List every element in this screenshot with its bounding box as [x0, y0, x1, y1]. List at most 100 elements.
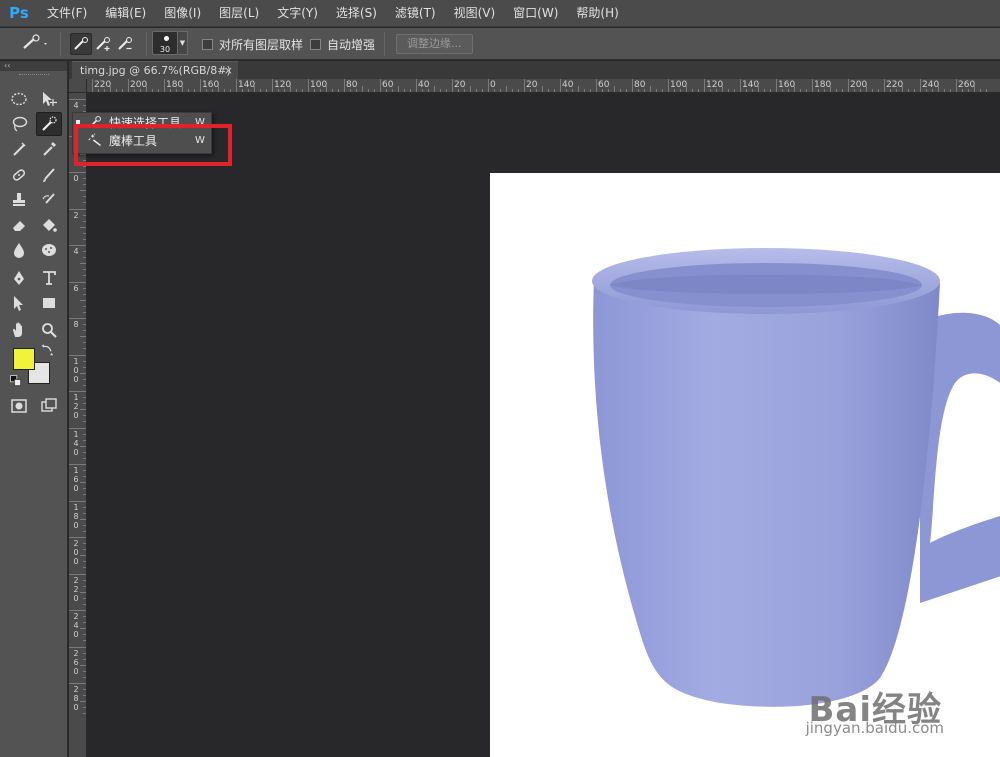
- paint-bucket-tool[interactable]: [36, 213, 62, 237]
- ruler-label: 100: [73, 356, 79, 384]
- ruler-minor-tick: [914, 89, 915, 92]
- menu-filter[interactable]: 滤镜(T): [386, 0, 445, 27]
- dodge-tool[interactable]: [36, 238, 62, 262]
- marquee-tool[interactable]: [6, 87, 32, 111]
- ruler-minor-tick: [620, 89, 621, 92]
- ruler-minor-tick: [83, 494, 86, 496]
- eyedropper-tool[interactable]: [36, 137, 62, 161]
- ruler-minor-tick: [548, 89, 549, 92]
- ruler-minor-tick: [224, 89, 225, 92]
- rectangle-tool[interactable]: [36, 291, 62, 315]
- menu-view[interactable]: 视图(V): [445, 0, 505, 27]
- document-tab-title: timg.jpg @ 66.7%(RGB/8#): [80, 64, 231, 77]
- swap-arrows-icon: [41, 344, 54, 356]
- ruler-minor-tick: [83, 470, 86, 472]
- sample-all-layers-option[interactable]: 对所有图层取样: [202, 33, 303, 55]
- document-canvas[interactable]: Bai经验 jingyan.baidu.com: [490, 173, 1000, 757]
- screen-mode-button[interactable]: [36, 394, 62, 418]
- crop-icon: [13, 142, 26, 156]
- swap-colors-button[interactable]: [40, 342, 54, 356]
- menu-layer[interactable]: 图层(L): [210, 0, 268, 27]
- ruler-label: 20: [526, 80, 538, 90]
- ruler-label: 40: [418, 80, 430, 90]
- ruler-minor-tick: [83, 506, 86, 508]
- ruler-minor-tick: [980, 89, 981, 92]
- active-tool-bullet: [76, 120, 80, 124]
- ruler-minor-tick: [83, 330, 86, 332]
- crop-tool[interactable]: [6, 137, 32, 161]
- ruler-minor-tick: [500, 89, 501, 92]
- path-selection-tool[interactable]: [6, 291, 32, 315]
- ruler-label: 180: [73, 502, 79, 530]
- hand-icon: [13, 322, 22, 337]
- ruler-minor-tick: [590, 89, 591, 92]
- move-tool[interactable]: [36, 87, 62, 111]
- quick-mask-button[interactable]: [6, 394, 32, 418]
- arrow-pointer-icon: [14, 296, 23, 311]
- new-selection-mode-button[interactable]: [70, 33, 92, 55]
- auto-enhance-option[interactable]: 自动增强: [310, 33, 375, 55]
- hand-tool[interactable]: [6, 318, 32, 342]
- foreground-color-swatch[interactable]: [13, 348, 35, 370]
- auto-enhance-checkbox[interactable]: [310, 38, 321, 50]
- brush-tool[interactable]: [36, 163, 62, 187]
- ruler-minor-tick: [692, 89, 693, 92]
- magnifier-icon: [42, 323, 57, 338]
- type-tool[interactable]: [36, 266, 62, 290]
- blur-tool[interactable]: [6, 238, 32, 262]
- ruler-minor-tick: [578, 86, 579, 92]
- ruler-minor-tick: [368, 89, 369, 92]
- ruler-tick: [69, 537, 86, 538]
- ruler-minor-tick: [482, 89, 483, 92]
- pen-tool[interactable]: [6, 266, 32, 290]
- clone-stamp-tool[interactable]: [6, 188, 32, 212]
- brush-dropdown-arrow[interactable]: ▼: [178, 31, 188, 55]
- brush-picker[interactable]: 30 ▼: [152, 31, 188, 55]
- menu-image[interactable]: 图像(I): [155, 0, 210, 27]
- ruler-minor-tick: [83, 378, 86, 380]
- brush-preview[interactable]: 30: [152, 31, 178, 55]
- history-brush-tool[interactable]: [36, 188, 62, 212]
- zoom-tool[interactable]: [36, 318, 62, 342]
- menu-window[interactable]: 窗口(W): [504, 0, 567, 27]
- horizontal-ruler[interactable]: 220 200 180 160 140 120 100 80 60 40 20 0 20 40 60 80 10…: [87, 79, 1000, 93]
- menu-file[interactable]: 文件(F): [38, 0, 96, 27]
- refine-edge-button[interactable]: 调整边缘...: [396, 34, 473, 54]
- flyout-item-quick-selection[interactable]: 快速选择工具 W: [73, 113, 213, 131]
- brush-add-icon: [96, 37, 110, 51]
- ps-logo: Ps: [9, 4, 29, 22]
- subtract-from-selection-button[interactable]: [114, 33, 136, 55]
- ruler-minor-tick: [83, 360, 86, 362]
- menu-type[interactable]: 文字(Y): [268, 0, 327, 27]
- tools-grip[interactable]: [0, 71, 67, 79]
- document-tab[interactable]: timg.jpg @ 66.7%(RGB/8#) ×: [72, 61, 238, 79]
- ruler-tick: [69, 683, 86, 684]
- default-colors-button[interactable]: [9, 375, 23, 387]
- tools-collapse-button[interactable]: ‹‹: [0, 61, 67, 71]
- flyout-item-magic-wand[interactable]: 魔棒工具 W: [73, 131, 213, 149]
- menu-bar: Ps 文件(F) 编辑(E) 图像(I) 图层(L) 文字(Y) 选择(S) 滤…: [0, 0, 1000, 27]
- ruler-origin[interactable]: [69, 79, 87, 93]
- tool-preset-picker[interactable]: [18, 33, 48, 55]
- menu-select[interactable]: 选择(S): [327, 0, 386, 27]
- ruler-minor-tick: [122, 89, 123, 92]
- lasso-tool[interactable]: [6, 112, 32, 136]
- add-to-selection-button[interactable]: [92, 33, 114, 55]
- sample-all-layers-checkbox[interactable]: [202, 38, 213, 50]
- ruler-minor-tick: [506, 86, 507, 92]
- quick-selection-tool[interactable]: [36, 112, 62, 136]
- close-tab-icon[interactable]: ×: [224, 62, 233, 79]
- menu-edit[interactable]: 编辑(E): [96, 0, 155, 27]
- ruler-minor-tick: [83, 342, 86, 344]
- ruler-minor-tick: [908, 89, 909, 92]
- menu-help[interactable]: 帮助(H): [567, 0, 627, 27]
- healing-brush-tool[interactable]: [6, 163, 32, 187]
- ruler-label: 0: [73, 174, 79, 183]
- eraser-tool[interactable]: [6, 213, 32, 237]
- ruler-minor-tick: [512, 89, 513, 92]
- quick-selection-icon: [89, 116, 101, 128]
- lasso-icon: [12, 116, 28, 132]
- vertical-ruler[interactable]: 4202468100120140160180200220240260280: [69, 93, 87, 757]
- ruler-minor-tick: [944, 89, 945, 92]
- ruler-minor-tick: [83, 348, 86, 350]
